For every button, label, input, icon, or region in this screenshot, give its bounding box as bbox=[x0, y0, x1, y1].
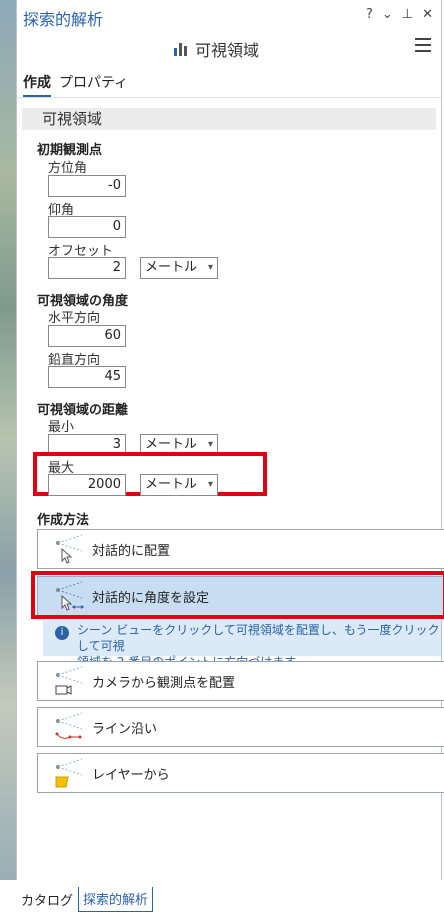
chevron-down-icon: ▾ bbox=[207, 479, 213, 490]
tab-catalog[interactable]: カタログ bbox=[16, 887, 78, 912]
along-line-button[interactable]: ライン沿い bbox=[37, 707, 444, 747]
azimuth-input[interactable]: -0 bbox=[48, 175, 126, 197]
close-icon[interactable]: ✕ bbox=[422, 7, 433, 22]
tab-bar: 作成 プロパティ bbox=[23, 72, 128, 97]
max-unit-select[interactable]: メートル ▾ bbox=[140, 474, 218, 496]
horizontal-label: 水平方向 bbox=[48, 311, 101, 326]
from-layer-icon bbox=[54, 757, 86, 789]
max-input[interactable]: 2000 bbox=[48, 474, 126, 496]
camera-observer-button[interactable]: カメラから観測点を配置 bbox=[37, 661, 444, 701]
pitch-input[interactable]: 0 bbox=[48, 216, 126, 238]
method-label: カメラから観測点を配置 bbox=[92, 675, 236, 691]
help-icon[interactable]: ? bbox=[366, 7, 373, 22]
pin-icon[interactable]: ⊥ bbox=[402, 7, 413, 22]
info-icon: i bbox=[55, 626, 69, 640]
exploratory-analysis-pane: 探索的解析 ? ⌄ ⊥ ✕ 可視領域 作成 プロパティ 可視領域 初期観測点 方… bbox=[16, 0, 444, 880]
observer-heading: 初期観測点 bbox=[37, 143, 103, 158]
options-chevron-icon[interactable]: ⌄ bbox=[382, 7, 393, 22]
tool-name-label: 可視領域 bbox=[195, 41, 260, 60]
offset-unit-select[interactable]: メートル ▾ bbox=[140, 257, 218, 279]
info-text-line1: シーン ビューをクリックして可視領域を配置し、もう一度クリックして可視 bbox=[77, 623, 440, 653]
creation-heading: 作成方法 bbox=[37, 513, 90, 528]
along-line-icon bbox=[54, 711, 86, 743]
interactive-place-icon bbox=[54, 533, 86, 565]
menu-icon[interactable] bbox=[415, 38, 431, 56]
selected-method-highlight bbox=[31, 571, 444, 619]
min-unit-value: メートル bbox=[145, 437, 198, 452]
offset-unit-value: メートル bbox=[145, 260, 198, 275]
method-label: レイヤーから bbox=[92, 767, 170, 783]
bottom-tab-bar: カタログ 探索的解析 bbox=[16, 887, 154, 912]
method-label: 対話的に配置 bbox=[92, 543, 171, 559]
offset-input[interactable]: 2 bbox=[48, 257, 126, 279]
from-layer-button[interactable]: レイヤーから bbox=[37, 753, 444, 793]
azimuth-label: 方位角 bbox=[48, 161, 88, 176]
chevron-down-icon: ▾ bbox=[207, 262, 213, 273]
tab-divider bbox=[17, 97, 441, 98]
tab-exploratory-analysis[interactable]: 探索的解析 bbox=[78, 887, 154, 912]
pane-controls: ? ⌄ ⊥ ✕ bbox=[366, 7, 433, 22]
method-label: ライン沿い bbox=[92, 721, 158, 737]
tool-title: 可視領域 bbox=[173, 37, 259, 61]
section-header: 可視領域 bbox=[22, 108, 436, 130]
tab-properties[interactable]: プロパティ bbox=[59, 72, 128, 97]
max-unit-value: メートル bbox=[145, 477, 198, 492]
camera-observer-icon bbox=[54, 665, 86, 697]
info-message: i シーン ビューをクリックして可視領域を配置し、もう一度クリックして可視 領域… bbox=[43, 620, 441, 669]
tab-create[interactable]: 作成 bbox=[23, 72, 51, 97]
map-view-strip bbox=[0, 0, 17, 880]
interactive-place-button[interactable]: 対話的に配置 bbox=[37, 529, 444, 569]
viewshed-tool-icon bbox=[173, 41, 189, 57]
pane-title: 探索的解析 bbox=[23, 10, 104, 29]
min-label: 最小 bbox=[48, 420, 75, 435]
vertical-input[interactable]: 45 bbox=[48, 366, 126, 388]
tool-header: 可視領域 bbox=[17, 34, 441, 60]
horizontal-input[interactable]: 60 bbox=[48, 325, 126, 347]
